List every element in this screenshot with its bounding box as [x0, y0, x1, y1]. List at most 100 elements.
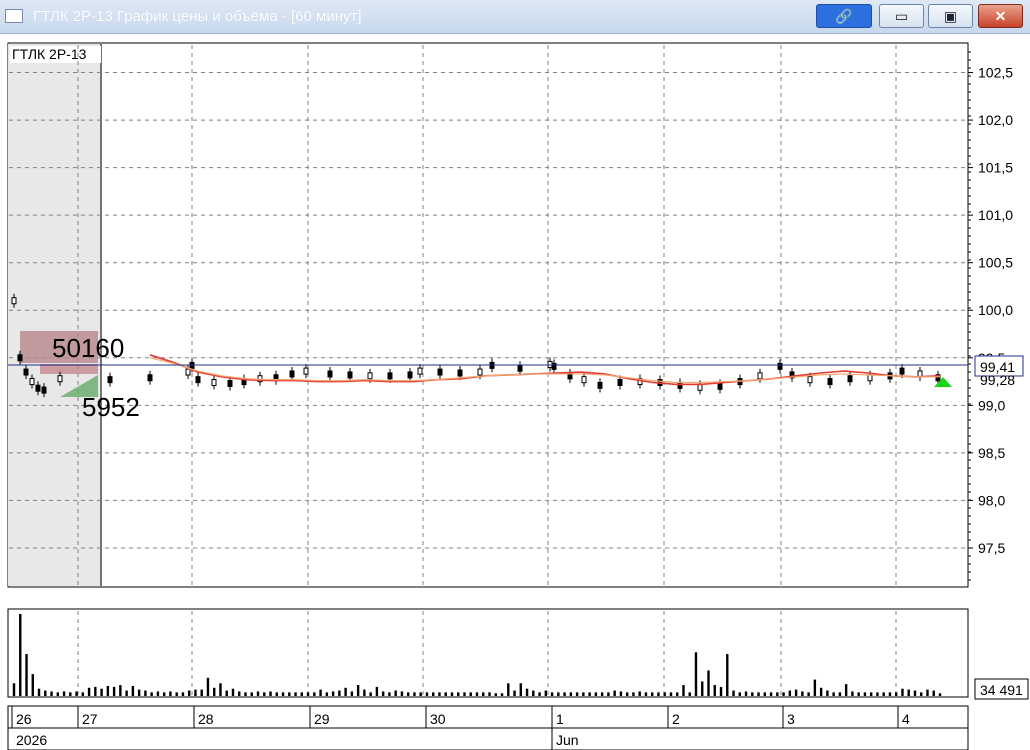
- candle-body: [677, 381, 683, 389]
- chart-window: ГТЛК 2Р-13 График цены и объёма - [60 ми…: [0, 0, 1030, 750]
- volume-bar: [225, 690, 228, 696]
- candle-body: [57, 375, 63, 383]
- candle-body: [327, 370, 333, 378]
- volume-bar: [25, 654, 28, 696]
- volume-bar: [838, 692, 842, 696]
- year-label: 2026: [16, 732, 47, 748]
- volume-bar: [425, 692, 429, 696]
- volume-bar: [100, 688, 103, 696]
- price-axis-label: 102,5: [978, 65, 1013, 81]
- volume-bar: [920, 692, 923, 696]
- volume-bar: [219, 683, 222, 696]
- volume-bar: [50, 691, 53, 696]
- candle-body: [477, 368, 483, 376]
- big-volume-label: 50160: [52, 333, 124, 363]
- volume-bar: [175, 692, 178, 696]
- volume-bar: [319, 689, 322, 696]
- volume-bar: [263, 692, 266, 696]
- volume-bar: [500, 693, 504, 696]
- volume-bar: [895, 692, 898, 696]
- volume-bar: [619, 691, 623, 696]
- price-axis-label: 101,5: [978, 160, 1013, 176]
- volume-bar: [575, 692, 579, 696]
- volume-panel: [7, 608, 969, 698]
- candle-body: [757, 372, 763, 380]
- volume-bar: [707, 670, 710, 696]
- volume-bar: [200, 689, 203, 696]
- time-axis-label: 27: [82, 711, 98, 727]
- price-axis-label: 101,0: [978, 207, 1013, 223]
- volume-bar: [37, 688, 41, 696]
- volume-bar: [294, 692, 297, 696]
- month-label: Jun: [556, 732, 579, 748]
- volume-bar: [94, 686, 97, 696]
- candle-body: [367, 372, 373, 380]
- volume-bar: [438, 692, 441, 696]
- candle-body: [517, 364, 523, 372]
- volume-bar: [119, 685, 122, 696]
- volume-bar: [544, 690, 548, 696]
- price-axis-label: 100,5: [978, 255, 1013, 271]
- candle-body: [597, 381, 603, 389]
- volume-bar: [832, 692, 835, 696]
- volume-bar: [394, 690, 397, 696]
- volume-bar: [563, 692, 566, 696]
- candle-body: [211, 379, 217, 387]
- volume-bar: [169, 691, 172, 696]
- volume-bar: [482, 692, 485, 696]
- candle-body: [407, 371, 413, 379]
- time-axis-label: 2: [672, 711, 680, 727]
- volume-bar: [181, 692, 185, 696]
- volume-bar: [300, 692, 304, 696]
- candle-body: [547, 360, 553, 368]
- volume-bar: [406, 692, 410, 696]
- price-panel[interactable]: [7, 42, 969, 588]
- volume-bar: [369, 692, 372, 696]
- volume-bar: [663, 692, 666, 696]
- volume-bar: [519, 683, 522, 696]
- volume-bar: [600, 692, 604, 696]
- volume-bar: [419, 692, 422, 696]
- volume-bar: [250, 692, 253, 696]
- volume-bar: [525, 688, 529, 696]
- volume-bar: [444, 692, 447, 696]
- chart-svg[interactable]: ГТЛК 2Р-13 102,5 102,0 101,5 101,0 100,5 100,…: [0, 0, 1030, 750]
- volume-bar: [375, 686, 379, 696]
- volume-bar: [338, 690, 341, 696]
- candle-body: [417, 367, 423, 375]
- volume-bar: [682, 685, 685, 696]
- volume-bar: [557, 692, 560, 696]
- volume-bar: [594, 692, 598, 696]
- candle-body: [457, 369, 463, 377]
- volume-bar: [744, 691, 748, 696]
- candle-body: [899, 367, 905, 375]
- candle-body: [347, 371, 353, 379]
- volume-bar: [112, 686, 116, 696]
- candle-body: [17, 354, 23, 362]
- candle-body: [303, 367, 309, 375]
- volume-bar: [813, 679, 817, 696]
- volume-bar: [244, 692, 247, 696]
- candle-body: [777, 362, 783, 370]
- volume-bar: [694, 652, 698, 696]
- volume-bar: [938, 693, 942, 696]
- volume-bar: [81, 692, 85, 696]
- volume-bar: [162, 692, 166, 696]
- volume-bar: [463, 692, 466, 696]
- volume-bar: [807, 692, 810, 696]
- candle-body: [107, 376, 113, 384]
- volume-bar: [106, 685, 110, 696]
- volume-bar: [932, 690, 935, 696]
- volume-bar: [788, 690, 792, 696]
- volume-bar: [625, 692, 629, 696]
- volume-bar: [713, 685, 716, 696]
- volume-bar: [719, 686, 723, 696]
- time-axis-label: 29: [314, 711, 330, 727]
- volume-bar: [607, 692, 610, 696]
- volume-bar: [238, 691, 241, 696]
- volume-bar: [231, 688, 235, 696]
- volume-bar: [469, 692, 472, 696]
- volume-bar: [381, 691, 385, 696]
- candle-body: [617, 379, 623, 387]
- volume-bar: [275, 692, 278, 696]
